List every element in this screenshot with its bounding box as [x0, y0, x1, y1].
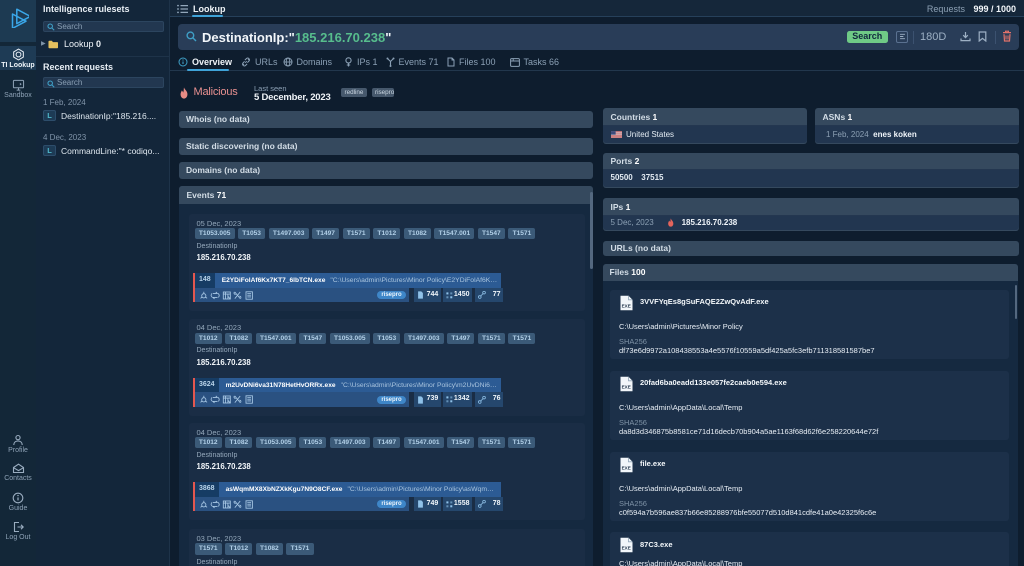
svg-text:EXE: EXE	[622, 303, 631, 308]
svg-text:EXE: EXE	[622, 465, 631, 470]
svg-text:EXE: EXE	[622, 384, 631, 389]
svg-text:EXE: EXE	[622, 546, 631, 551]
